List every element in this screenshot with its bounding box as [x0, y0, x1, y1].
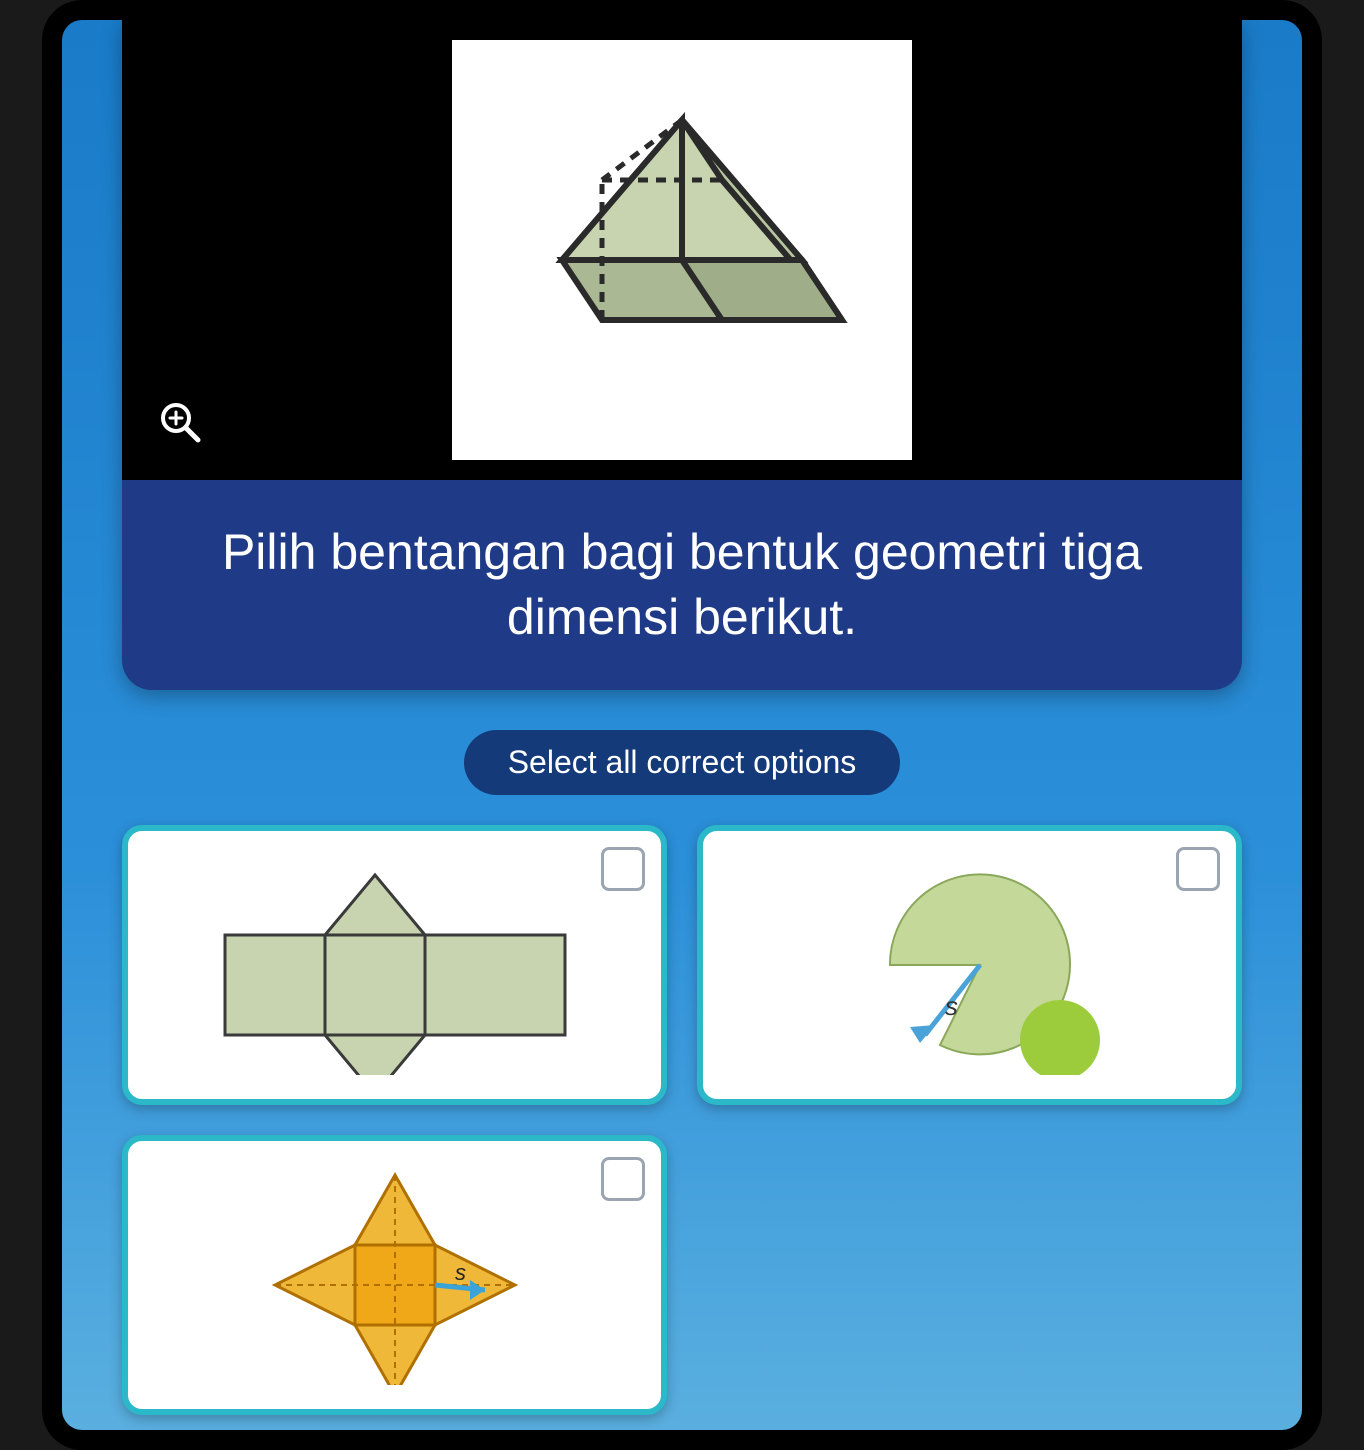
svg-text:s: s [945, 991, 958, 1021]
quiz-screen: Pilih bentangan bagi bentuk geometri tig… [62, 20, 1302, 1430]
option-card-2[interactable]: s [697, 825, 1242, 1105]
zoom-in-button[interactable] [152, 394, 208, 450]
question-card: Pilih bentangan bagi bentuk geometri tig… [122, 20, 1242, 690]
options-grid: s s [62, 825, 1302, 1430]
square-pyramid-net-icon: s [185, 1165, 605, 1385]
option-card-3[interactable]: s [122, 1135, 667, 1415]
prism-3d-icon [502, 80, 862, 420]
option-checkbox-1[interactable] [601, 847, 645, 891]
option-card-1[interactable] [122, 825, 667, 1105]
question-text: Pilih bentangan bagi bentuk geometri tig… [122, 480, 1242, 650]
option-checkbox-3[interactable] [601, 1157, 645, 1201]
option-checkbox-2[interactable] [1176, 847, 1220, 891]
instruction-pill: Select all correct options [464, 730, 901, 795]
question-image [452, 40, 912, 460]
phone-frame: Pilih bentangan bagi bentuk geometri tig… [42, 0, 1322, 1450]
triangular-prism-net-icon [185, 855, 605, 1075]
question-image-area [122, 20, 1242, 480]
cone-net-icon: s [760, 855, 1180, 1075]
svg-text:s: s [455, 1260, 466, 1285]
zoom-in-icon [158, 400, 202, 444]
